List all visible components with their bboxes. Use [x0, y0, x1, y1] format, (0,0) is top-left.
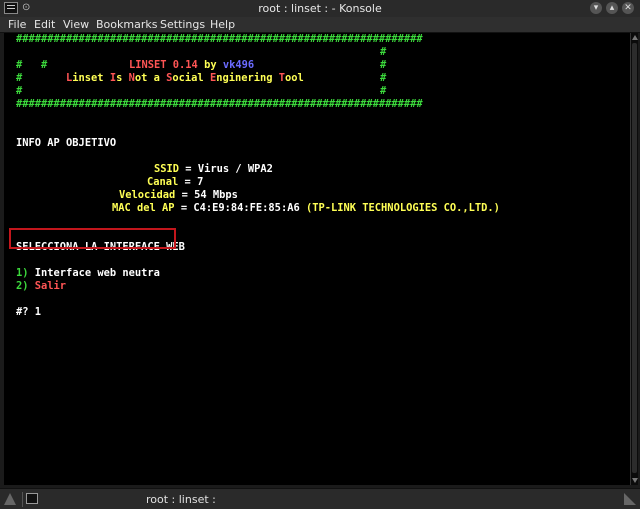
- resize-corner-right-icon[interactable]: [624, 493, 636, 505]
- menu-bookmarks[interactable]: Bookmarks: [96, 17, 157, 32]
- banner-hash-right: #: [380, 85, 387, 97]
- resize-corner-icon[interactable]: [4, 493, 16, 505]
- terminal-output[interactable]: ########################################…: [4, 33, 630, 485]
- banner-hash-right: #: [380, 46, 387, 58]
- option-1-label: Interface web neutra: [34, 267, 160, 279]
- option-2-label: Salir: [34, 280, 67, 292]
- option-1[interactable]: 1) Interface web neutra: [16, 267, 160, 280]
- prompt-input: 1: [34, 306, 42, 318]
- banner-border-bottom: ########################################…: [16, 98, 423, 110]
- banner-border-top: ########################################…: [16, 33, 423, 45]
- mac-value: C4:E9:84:FE:85:A6: [193, 202, 300, 214]
- banner-hash-left: #: [16, 85, 23, 97]
- tagline-part: s: [116, 72, 129, 84]
- menu-help[interactable]: Help: [210, 17, 235, 32]
- equals-sign: =: [185, 163, 192, 175]
- ssid-value: Virus / WPA2: [197, 163, 273, 175]
- maximize-button[interactable]: ▴: [606, 2, 618, 14]
- option-2-number: 2): [16, 280, 29, 292]
- ssid-row: SSID = Virus / WPA2: [154, 163, 273, 176]
- velocidad-value: 54 Mbps: [194, 189, 238, 201]
- banner-hash-right: #: [380, 72, 387, 84]
- option-2[interactable]: 2) Salir: [16, 280, 66, 293]
- prompt-symbol: #?: [16, 306, 29, 318]
- tagline-part: ool: [285, 72, 304, 84]
- tab-divider: [22, 492, 618, 507]
- scrollbar-thumb[interactable]: [632, 43, 637, 473]
- scroll-down-arrow-icon[interactable]: [632, 478, 638, 483]
- equals-sign: =: [184, 176, 191, 188]
- mac-row: MAC del AP = C4:E9:84:FE:85:A6 (TP-LINK …: [112, 202, 500, 215]
- title-by: by: [204, 59, 217, 71]
- info-heading: INFO AP OBJETIVO: [16, 137, 117, 149]
- prompt-line[interactable]: #? 1: [16, 306, 41, 319]
- tagline-part: ot a: [134, 72, 167, 84]
- highlight-annotation-box: [9, 228, 176, 249]
- mac-vendor: (TP-LINK TECHNOLOGIES CO.,LTD.): [305, 202, 500, 214]
- tagline-part: inset: [72, 72, 110, 84]
- tab-bar: root : linset :: [0, 488, 640, 509]
- close-button[interactable]: ✕: [622, 2, 634, 14]
- menu-edit[interactable]: Edit: [34, 17, 55, 32]
- banner-hash-right: #: [380, 59, 387, 71]
- terminal-tab-icon[interactable]: [26, 493, 38, 504]
- banner-hash-left: #: [41, 59, 48, 71]
- scroll-up-arrow-icon[interactable]: [632, 35, 638, 40]
- session-tab[interactable]: root : linset :: [146, 493, 216, 506]
- banner-tagline: Linset Is Not a Social Enginering Tool: [66, 72, 304, 85]
- vertical-scrollbar[interactable]: [630, 33, 638, 485]
- ssid-label: SSID: [154, 163, 180, 175]
- title-author: vk496: [222, 59, 255, 71]
- menu-settings[interactable]: Settings: [160, 17, 205, 32]
- banner-hash-left: #: [16, 72, 23, 84]
- menu-file[interactable]: File: [8, 17, 26, 32]
- equals-sign: =: [181, 189, 188, 201]
- menu-bar: File Edit View Bookmarks Settings Help: [0, 17, 640, 33]
- canal-row: Canal = 7: [147, 176, 203, 189]
- velocidad-row: Velocidad = 54 Mbps: [119, 189, 238, 202]
- window-titlebar[interactable]: ⊙ root : linset : - Konsole ▾ ▴ ✕: [0, 0, 640, 18]
- title-name: LINSET 0.14: [129, 59, 198, 71]
- menu-view[interactable]: View: [63, 17, 89, 32]
- banner-title: LINSET 0.14 by vk496: [129, 59, 254, 72]
- tagline-part: ocial: [172, 72, 210, 84]
- window-title: root : linset : - Konsole: [258, 2, 382, 15]
- canal-value: 7: [197, 176, 204, 188]
- canal-label: Canal: [147, 176, 179, 188]
- banner-hash-left: #: [16, 59, 23, 71]
- velocidad-label: Velocidad: [119, 189, 176, 201]
- mac-label: MAC del AP: [112, 202, 175, 214]
- tagline-part: nginering: [216, 72, 279, 84]
- equals-sign: =: [180, 202, 188, 214]
- option-1-number: 1): [16, 267, 29, 279]
- minimize-button[interactable]: ▾: [590, 2, 602, 14]
